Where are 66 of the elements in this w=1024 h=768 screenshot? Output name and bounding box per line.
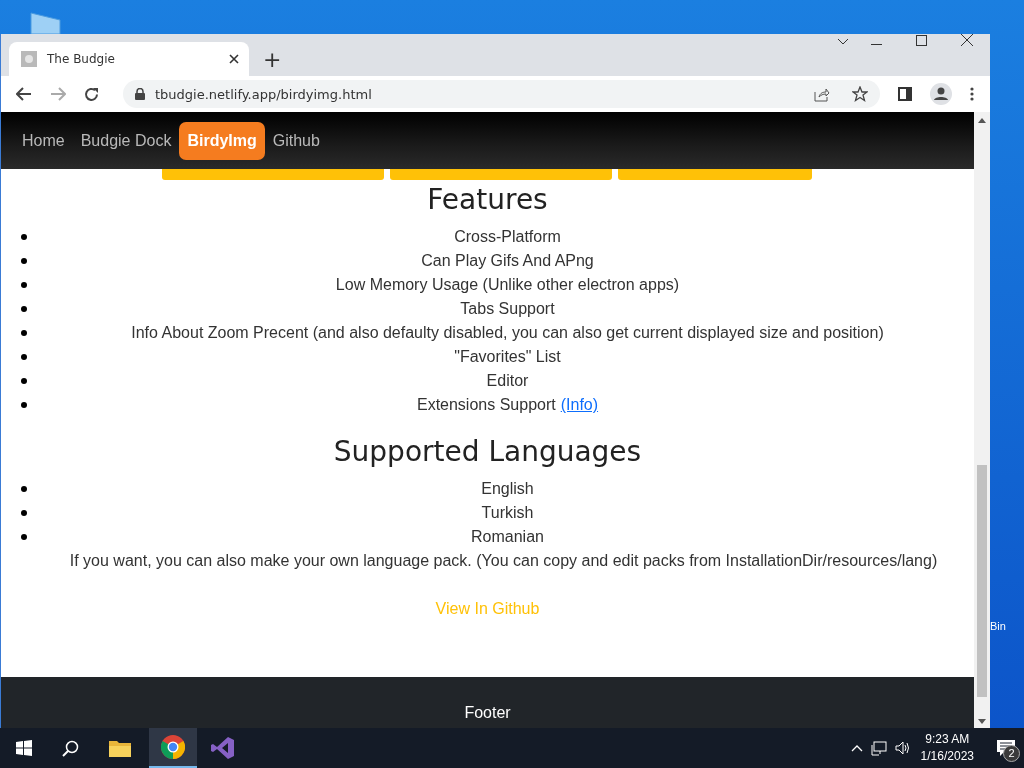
clock-time[interactable]: 9:23 AM [925, 731, 970, 748]
profile-icon[interactable] [930, 83, 952, 105]
side-panel-icon[interactable] [898, 87, 912, 101]
star-icon[interactable] [852, 86, 868, 102]
list-item-text: "Favorites" List [453, 348, 562, 366]
ide-logo-icon[interactable] [211, 736, 235, 760]
bullet-icon [21, 510, 27, 516]
nav-link[interactable]: Github [264, 121, 328, 160]
search-icon[interactable] [62, 739, 79, 757]
favicon-icon [21, 51, 37, 67]
scrollbar[interactable] [974, 112, 990, 728]
bullet-icon [21, 486, 27, 492]
url-text: tbudgie.netlify.app/birdyimg.html [155, 86, 372, 102]
footer-text: Footer [464, 704, 511, 723]
bullet-icon [21, 282, 27, 288]
bullet-icon [21, 330, 27, 336]
list-item-text: Tabs Support [459, 300, 556, 318]
scroll-down-icon[interactable] [978, 719, 986, 724]
section-heading: Supported Languages [332, 434, 643, 470]
maximize-icon[interactable] [916, 35, 927, 46]
list-item-text: Romanian [470, 528, 545, 546]
new-tab-button[interactable]: + [249, 42, 296, 76]
clock-date[interactable]: 1/16/2023 [920, 748, 974, 765]
address-bar[interactable]: tbudgie.netlify.app/birdyimg.html [123, 80, 880, 108]
close-icon[interactable] [229, 54, 239, 64]
bullet-icon [21, 378, 27, 384]
list-item-text: Cross-Platform [453, 228, 562, 246]
close-icon[interactable] [961, 34, 973, 46]
list-item-text: Editor [485, 372, 530, 390]
folder-icon[interactable] [109, 739, 131, 757]
bullet-icon [21, 306, 27, 312]
scroll-up-icon[interactable] [978, 118, 986, 123]
list-item-text: English [480, 480, 535, 498]
windows-logo-icon[interactable] [16, 740, 32, 756]
desktop-icon-label[interactable]: Bin [990, 620, 1006, 632]
bullet-icon [21, 234, 27, 240]
tab-title: The Budgie [47, 52, 116, 66]
bullet-icon [21, 534, 27, 540]
menu-icon[interactable] [970, 87, 974, 101]
list-item-text: Turkish [480, 504, 535, 522]
list-item-text: Info About Zoom Precent (and also defaulty disabled, you can also get current displayed size and position) [130, 324, 885, 342]
browser-tab[interactable]: The Budgie [9, 42, 249, 76]
speaker-icon[interactable] [894, 741, 911, 755]
chevron-up-icon[interactable] [850, 744, 863, 752]
info-link[interactable]: (Info) [560, 396, 599, 413]
minimize-icon[interactable] [871, 44, 882, 46]
bullet-icon [21, 354, 27, 360]
list-item-text: Can Play Gifs And APng [420, 252, 595, 270]
bullet-icon [21, 402, 27, 408]
notification-count: 2 [1003, 745, 1020, 762]
taskbar-app-button[interactable] [149, 728, 197, 768]
share-icon[interactable] [814, 86, 830, 102]
lock-icon [135, 88, 145, 100]
nav-link[interactable]: Budgie Dock [72, 121, 180, 160]
note-text: If you want, you can also make your own language pack. (You can copy and edit packs from InstallationDir/resources/lang) [68, 551, 939, 571]
section-heading: Features [426, 182, 549, 218]
scroll-thumb[interactable] [977, 465, 987, 697]
chevron-down-icon[interactable] [837, 38, 849, 46]
back-arrow-icon[interactable] [16, 87, 32, 101]
list-item-text: Extensions Support (Info) [415, 396, 600, 414]
nav-link[interactable]: Home [14, 121, 73, 160]
network-icon[interactable] [870, 740, 887, 756]
browser-logo-icon [161, 735, 185, 759]
bullet-icon [21, 258, 27, 264]
list-item-text: Low Memory Usage (Unlike other electron apps) [334, 276, 681, 294]
reload-icon[interactable] [84, 86, 99, 102]
